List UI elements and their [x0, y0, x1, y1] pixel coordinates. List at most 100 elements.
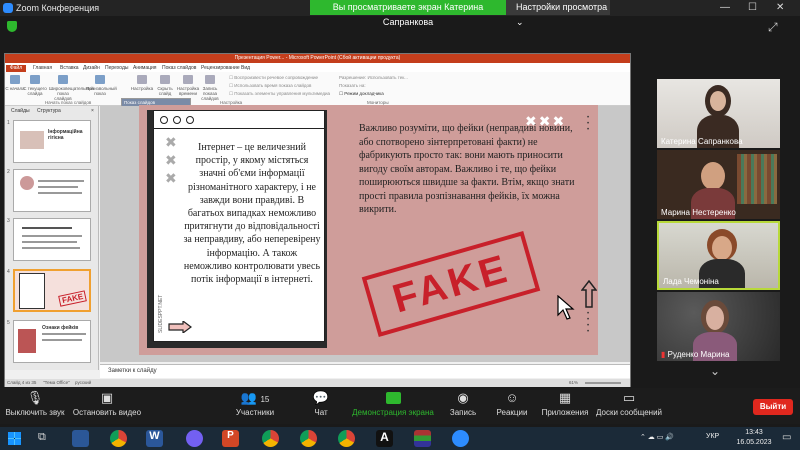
viber-icon[interactable]: [186, 430, 203, 447]
ppt-tab-view[interactable]: Вид: [241, 65, 250, 71]
hide-slide-icon[interactable]: [160, 75, 170, 84]
ppt-tab-animation[interactable]: Анимация: [133, 65, 156, 71]
participant-tile-active[interactable]: Лада Чемоніна: [657, 221, 780, 290]
ppt-tab-design[interactable]: Дизайн: [83, 65, 100, 71]
participant-tile[interactable]: Марина Нестеренко: [657, 150, 780, 219]
task-view-icon[interactable]: ⧉: [38, 431, 46, 444]
chat-label: Чат: [314, 408, 328, 417]
slide-thumbnail[interactable]: Інформаційна гігієна: [13, 120, 91, 163]
chrome-icon[interactable]: [110, 430, 127, 447]
show-on-select[interactable]: Показать на:: [339, 83, 366, 88]
powerpoint-icon[interactable]: P: [222, 430, 239, 447]
person-face: [710, 91, 726, 111]
ppt-ribbon: С начала С текущего слайда Широковещател…: [5, 72, 630, 106]
group-start-label: Начать показ слайдов: [45, 100, 92, 105]
ribbon-from-current[interactable]: С текущего слайда: [21, 86, 49, 96]
slide-thumbnail[interactable]: [13, 169, 91, 212]
person-face: [706, 306, 724, 330]
mute-button[interactable]: 🎙 Выключить звук: [4, 388, 66, 417]
presenter-view-check[interactable]: ☐ Режим докладчика: [339, 91, 384, 97]
save-icon[interactable]: [72, 430, 89, 447]
leave-button[interactable]: Выйти: [753, 399, 793, 415]
ppt-tab-slideshow[interactable]: Показ слайдов: [162, 65, 196, 71]
slide-thumbnail[interactable]: [13, 218, 91, 261]
record-button[interactable]: ◉ Запись: [446, 388, 480, 417]
record-show-icon[interactable]: [205, 75, 215, 84]
security-shield-icon[interactable]: [7, 21, 17, 32]
ppt-tab-transitions[interactable]: Переходы: [105, 65, 128, 71]
notifications-icon[interactable]: ▭: [782, 432, 791, 443]
check-timings[interactable]: ☐ Использовать время показа слайдов: [229, 83, 311, 89]
zoom-slider[interactable]: [585, 382, 621, 384]
ribbon-record[interactable]: Запись показа слайдов: [196, 86, 224, 101]
chrome-icon[interactable]: [338, 430, 355, 447]
thumb-image: [20, 131, 44, 149]
whiteboards-button[interactable]: ▭ Доски сообщений: [596, 388, 662, 417]
participant-tile[interactable]: Катерина Сапранкова: [657, 79, 780, 148]
stop-video-button[interactable]: ▣ Остановить видео: [70, 388, 144, 417]
share-screen-button[interactable]: Демонстрация экрана: [350, 388, 436, 417]
zoom-taskbar-icon[interactable]: [452, 430, 469, 447]
x-mark-icon: ✖: [165, 134, 177, 150]
pane-tab-slides[interactable]: Слайды: [11, 108, 30, 114]
ribbon-custom-show[interactable]: Произвольный показ: [86, 86, 117, 96]
pane-tab-outline[interactable]: Структура: [37, 108, 61, 114]
view-settings-button[interactable]: Настройки просмотра ⌄: [506, 0, 610, 27]
chevron-down-icon[interactable]: ⌄: [710, 364, 720, 378]
play-current-icon[interactable]: [30, 75, 40, 84]
participant-name: Катерина Сапранкова: [661, 137, 743, 146]
slides-pane: Слайды Структура × 1 Інформаційна гігієн…: [5, 106, 99, 370]
thumb-line: [38, 192, 82, 194]
smile-icon: ☺: [505, 390, 519, 405]
slide-thumbnail-selected[interactable]: FAKE: [13, 269, 91, 312]
reactions-button[interactable]: ☺ Реакции: [494, 388, 530, 417]
word-icon[interactable]: W: [146, 430, 163, 447]
participants-button[interactable]: 👥 15 Участники: [230, 388, 280, 417]
apps-label: Приложения: [541, 408, 589, 417]
notes-pane[interactable]: Заметки к слайду: [100, 364, 630, 378]
slide-card-shadow: ✖ ✖ ✖ Інтернет – це величезний простір, …: [147, 110, 327, 348]
app-a-icon[interactable]: A: [376, 430, 393, 447]
current-slide: ✖ ✖ ✖ Інтернет – це величезний простір, …: [139, 105, 598, 355]
winrar-icon[interactable]: [414, 430, 431, 447]
status-lang: русский: [75, 380, 92, 385]
rehearse-timing-icon[interactable]: [183, 75, 193, 84]
chrome-icon[interactable]: [300, 430, 317, 447]
ppt-tab-home[interactable]: Главная: [33, 65, 52, 71]
mouse-cursor-icon: [557, 295, 575, 320]
broadcast-icon[interactable]: [58, 75, 68, 84]
mic-muted-icon: ▮: [661, 350, 666, 359]
participant-tile[interactable]: ▮ Руденко Марина: [657, 292, 780, 361]
chrome-icon[interactable]: [262, 430, 279, 447]
x-mark-icon: ✖: [165, 152, 177, 168]
check-media-label: Показать элементы управления мультимедиа: [234, 91, 331, 96]
zoom-logo-icon: [3, 3, 13, 13]
thumb-line: [22, 227, 72, 229]
apps-button[interactable]: ▦ Приложения: [540, 388, 590, 417]
ppt-tab-review[interactable]: Рецензирование: [201, 65, 240, 71]
ribbon-broadcast[interactable]: Широковещательный показ слайдов: [49, 86, 94, 101]
play-from-start-icon[interactable]: [10, 75, 20, 84]
chat-button[interactable]: 💬 Чат: [306, 388, 336, 417]
close-button[interactable]: ✕: [776, 2, 784, 13]
custom-show-icon[interactable]: [95, 75, 105, 84]
dots-decoration: • • •: [587, 115, 590, 133]
slide-thumbnail[interactable]: Ознаки фейків: [13, 320, 91, 363]
maximize-button[interactable]: ☐: [748, 2, 757, 13]
minimize-button[interactable]: —: [720, 2, 730, 13]
participants-count: 15: [260, 395, 270, 404]
zoom-title-bar: Zoom Конференция Вы просматриваете экран…: [0, 0, 800, 27]
pane-close-icon[interactable]: ×: [91, 108, 94, 114]
setup-icon[interactable]: [137, 75, 147, 84]
tray-icons[interactable]: ⌃ ☁ ▭ 🔊: [640, 433, 674, 441]
fullscreen-icon[interactable]: ⤢: [768, 20, 778, 35]
check-media-controls[interactable]: ☐ Показать элементы управления мультимед…: [229, 91, 330, 97]
ppt-tab-insert[interactable]: Вставка: [60, 65, 79, 71]
taskbar-clock[interactable]: 13:43 16.05.2023: [732, 428, 776, 448]
thumb-line: [22, 241, 77, 243]
windows-start-icon[interactable]: [8, 432, 21, 445]
keyboard-lang[interactable]: УКР: [706, 433, 719, 440]
chat-icon: 💬: [312, 390, 330, 405]
resolution-select[interactable]: Разрешение: Использовать тек...: [339, 75, 408, 80]
check-narration[interactable]: ☐ Воспроизвести речевое сопровождение: [229, 75, 318, 81]
